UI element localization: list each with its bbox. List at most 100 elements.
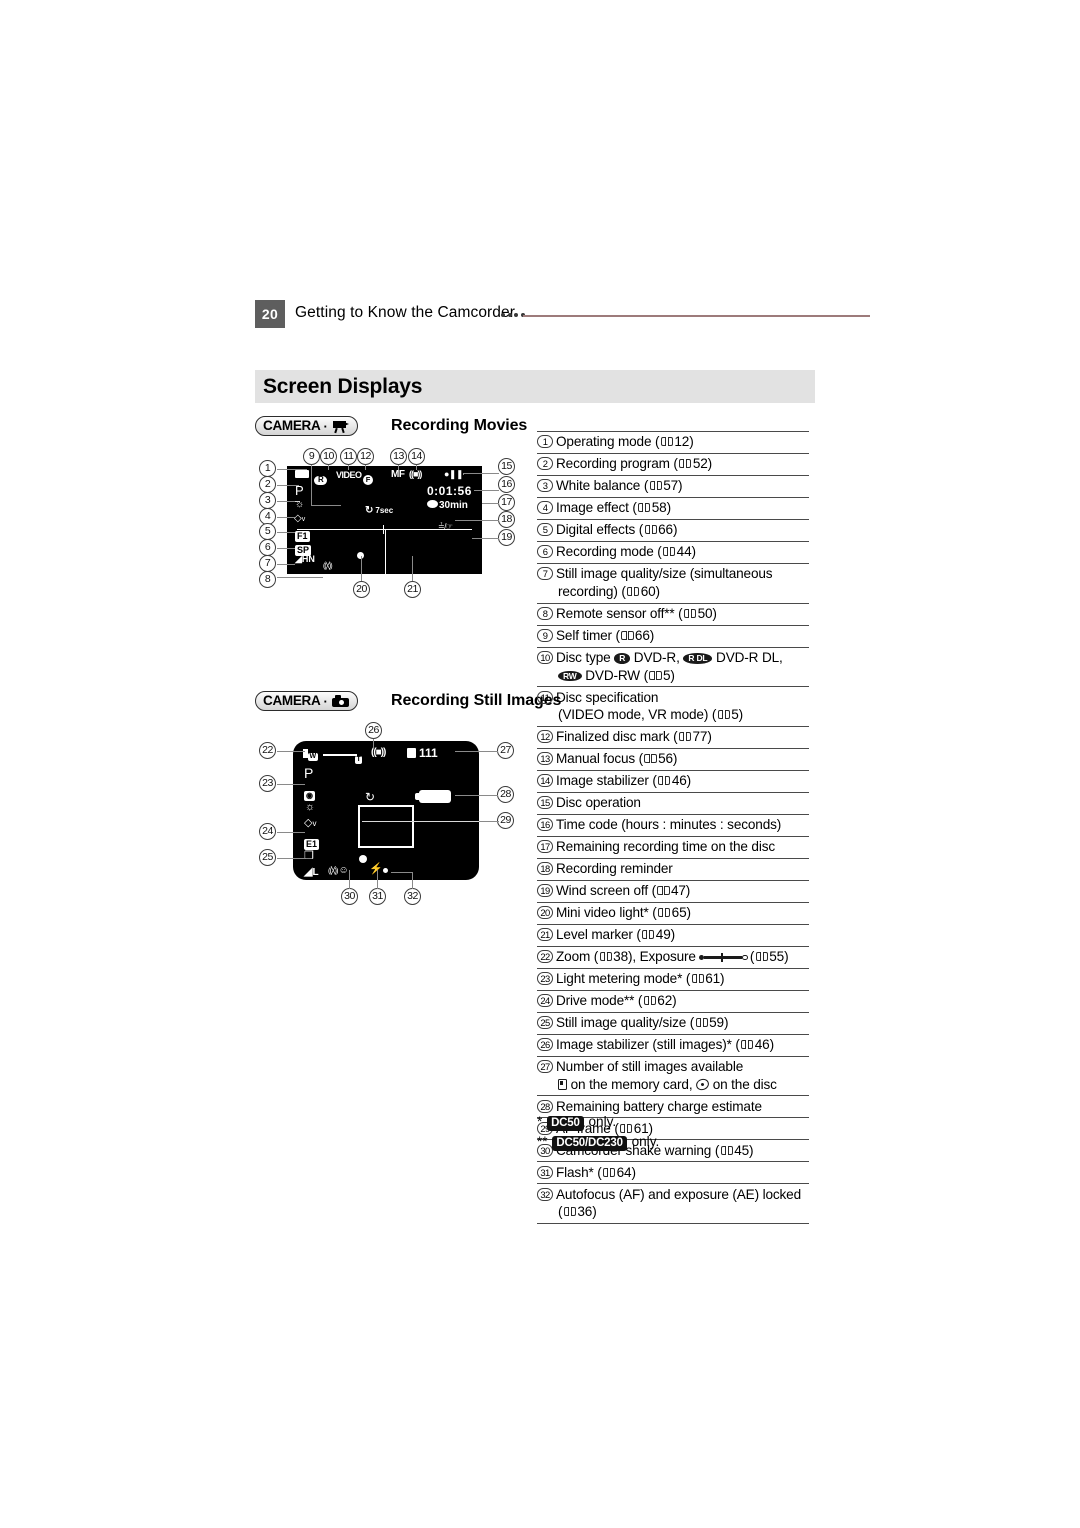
legend-continuation: (VIDEO mode, VR mode) (5) [558,707,744,723]
callout-32: 32 [404,888,421,905]
manual-reference-icon [663,547,676,557]
osd-zoom-t: T [355,755,363,764]
legend-text: Image effect ( [556,500,637,516]
header-rule [523,315,870,317]
legend-list: 1 Operating mode (12) 2 Recording program … [537,430,809,1224]
manual-reference-icon [643,996,656,1006]
manual-reference-icon [657,886,670,896]
legend-continuation: (36) [558,1204,597,1220]
legend-number: 24 [537,994,553,1008]
manual-reference-icon [755,952,768,962]
callout-3: 3 [259,492,276,509]
model-badge-dc50-dc230: DC50/DC230 [552,1136,627,1151]
legend-page: 65 [671,905,687,921]
manual-reference-icon [691,974,704,984]
legend-item-22: 22 Zoom (38), Exposure(55) [537,945,809,969]
manual-reference-icon [563,1207,577,1217]
page-title: Screen Displays [263,375,423,398]
osd-drive-mode-icon: ❐ [304,850,314,862]
legend-text: Wind screen off ( [556,883,656,899]
legend-page: 47 [670,883,686,899]
osd-manual-focus: MF [391,469,405,480]
legend-page: 66 [658,522,673,538]
running-header: 20 Getting to Know the Camcorder [255,300,870,334]
osd-disc-type: R [314,470,328,486]
mode-badge-label: CAMERA [263,693,321,709]
legend-number: 17 [537,840,553,854]
osd-image-stabilizer-icon: ((■)) [409,469,422,479]
callout-22: 22 [259,742,276,759]
manual-reference-icon [649,670,662,681]
callout-15: 15 [498,458,515,475]
callout-23: 23 [259,775,276,792]
model-badge-dc50: DC50 [547,1116,584,1131]
legend-number: 28 [537,1099,553,1113]
legend-item-3: 3 White balance (57) [537,474,809,498]
callout-7: 7 [259,555,276,572]
legend-number: 5 [537,523,553,537]
manual-reference-icon [717,710,730,720]
legend-number: 8 [537,607,553,620]
legend-number: 23 [537,972,553,986]
callout-28: 28 [497,786,514,803]
osd-self-timer-icon: ↻ [365,790,376,804]
legend-item-19: 19 Wind screen off (47) [537,879,809,903]
osd-focus-dot [359,855,367,863]
manual-reference-icon [621,631,634,641]
legend-page-2: 55 [769,949,785,965]
osd-remaining-time: 30min [427,500,468,511]
footnote-double-asterisk: ** DC50/DC230 only. [537,1132,817,1152]
legend-item-6: 6 Recording mode (44) [537,540,809,564]
legend-number: 12 [537,730,553,744]
callout-29: 29 [497,812,514,829]
zoom-bar-track [323,754,357,756]
legend-text: White balance ( [556,478,649,494]
legend-text: Disc specification [556,689,659,705]
legend-item-12: 12 Finalized disc mark (77) [537,725,809,749]
callout-30: 30 [341,888,358,905]
manual-reference-icon [678,732,692,742]
legend-text: Mini video light* ( [556,905,657,921]
legend-text: Zoom ( [556,949,599,965]
disc1-label: DVD-R, [633,650,680,665]
callout-18: 18 [498,511,515,528]
osd-digital-effects: E1 [304,839,320,850]
callout-5: 5 [259,523,276,540]
callout-2: 2 [259,476,276,493]
manual-reference-icon [660,437,674,447]
manual-reference-icon [683,609,697,619]
movie-camera-icon [331,420,350,433]
legend-text: Digital effects ( [556,522,644,538]
manual-reference-icon [603,1167,616,1178]
legend-number: 14 [537,774,553,788]
callout-25: 25 [259,849,276,866]
page-number: 20 [255,300,285,328]
legend-number: 2 [537,457,553,471]
legend-number: 11 [537,690,553,704]
legend-number: 18 [537,862,553,876]
callout-14: 14 [408,448,425,465]
dvd-rw-disc-icon: RW [558,670,582,682]
footnote-text: only. [631,1134,660,1149]
osd-disc-specification: VIDEO [336,469,362,480]
osd-light-metering-icon: ◉ [304,791,315,801]
manual-reference-icon [658,908,671,918]
manual-reference-icon [658,776,671,786]
legend-item-18: 18 Recording reminder [537,857,809,881]
legend-page: 62 [657,993,673,1009]
osd-finalized-mark: F [363,470,373,486]
callout-16: 16 [498,476,515,493]
legend-text: Operating mode ( [556,434,660,450]
exposure-slider-icon [698,952,748,963]
legend-item-17: 17 Remaining recording time on the disc [537,835,809,859]
legend-number: 25 [537,1016,553,1030]
legend-continuation: on the memory card, on the disc [537,1076,809,1094]
legend-item-15: 15 Disc operation [537,791,809,815]
legend-number: 7 [537,567,553,581]
legend-item-2: 2 Recording program (52) [537,452,809,476]
osd-af-ae-lock-dot [383,868,388,873]
legend-number: 26 [537,1038,553,1052]
legend-page: 36 [577,1204,593,1220]
legend-text: Still image quality/size ( [556,1015,695,1031]
legend-item-21: 21 Level marker (49) [537,923,809,947]
